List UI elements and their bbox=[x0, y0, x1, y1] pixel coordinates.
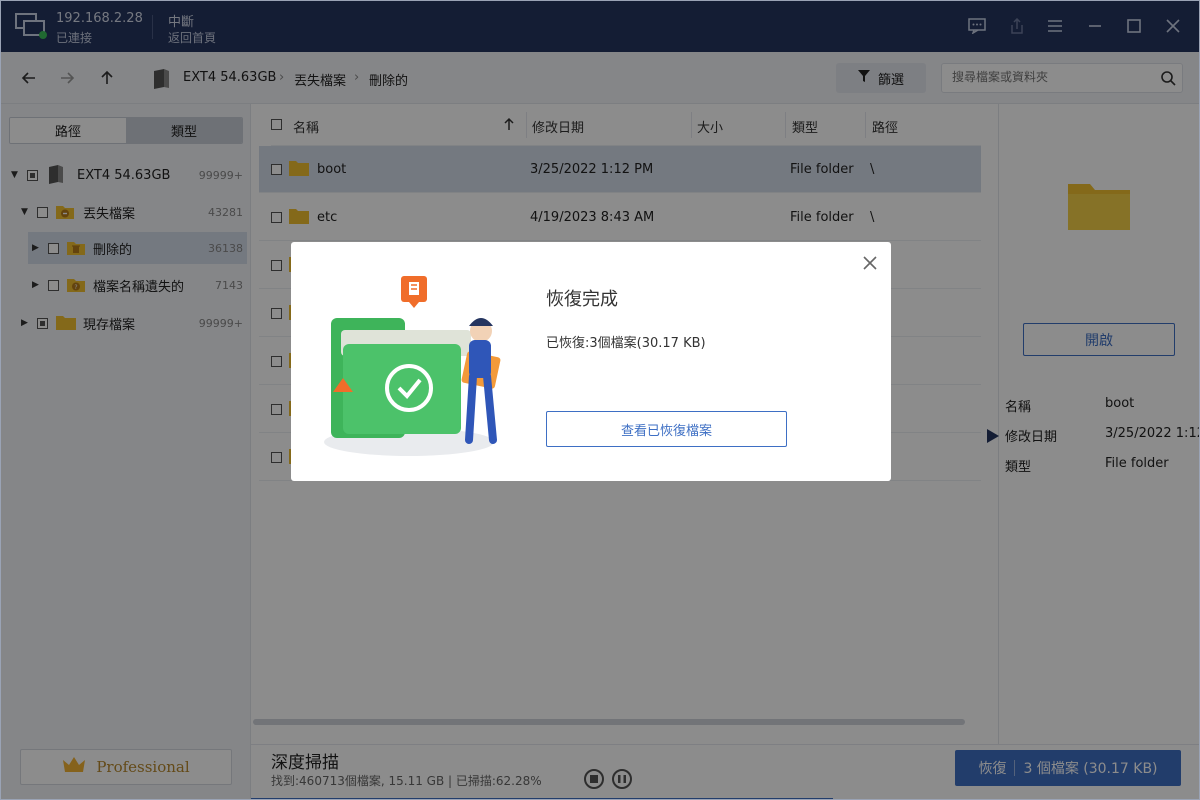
recovery-illustration bbox=[321, 270, 511, 460]
dialog-title: 恢復完成 bbox=[546, 289, 618, 310]
close-icon[interactable] bbox=[861, 254, 879, 272]
dialog-message: 已恢復:3個檔案(30.17 KB) bbox=[546, 336, 706, 351]
app-window: 192.168.2.28 已連接 中斷 返回首頁 EXT4 54.63GB › … bbox=[0, 0, 1200, 800]
recovery-complete-dialog: 恢復完成 已恢復:3個檔案(30.17 KB) 查看已恢復檔案 bbox=[291, 242, 891, 481]
view-recovered-files-button[interactable]: 查看已恢復檔案 bbox=[546, 411, 787, 447]
